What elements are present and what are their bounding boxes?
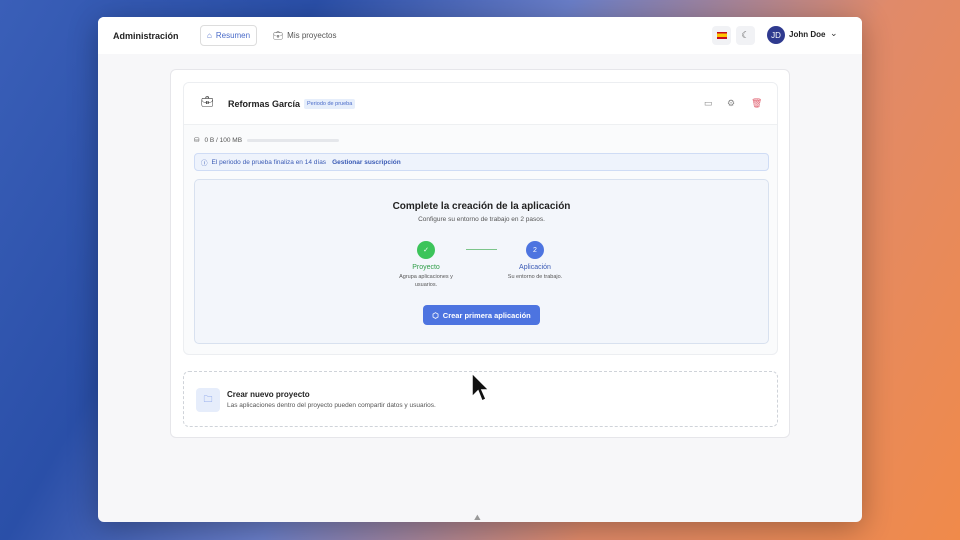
mouse-cursor-icon [471,372,490,403]
card-icon[interactable]: ▭ [704,98,713,109]
tab-label: Resumen [215,31,251,40]
step-desc: Agrupa aplicaciones y usuarios. [399,274,453,288]
create-project-title: Crear nuevo proyecto [227,390,310,399]
button-label: Crear primera aplicación [442,310,531,320]
step-proyecto: ✓ Proyecto Agrupa aplicaciones y usuario… [386,241,466,289]
check-icon: ✓ [417,241,435,259]
setup-panel: Complete la creación de la aplicación Co… [194,179,769,344]
database-icon: ⛁ [194,137,200,144]
chevron-down-icon[interactable]: ⌄ [830,28,838,39]
tab-label: Mis proyectos [287,31,337,40]
briefcase-icon: 💼︎ [201,97,214,108]
project-header: 💼︎ Reformas García Periodo de prueba ▭ ⚙… [184,83,777,125]
trash-icon[interactable]: 🗑︎ [751,98,762,109]
tab-mis-proyectos[interactable]: 💼︎ Mis proyectos [267,25,343,46]
language-button[interactable] [712,26,731,45]
status-badge: Periodo de prueba [304,99,356,109]
step-aplicacion: 2 Aplicación Su entorno de trabajo. [495,241,575,282]
storage-usage: ⛁ 0 B / 100 MB [194,136,340,144]
setup-title: Complete la creación de la aplicación [392,201,571,212]
project-card: 💼︎ Reformas García Periodo de prueba ▭ ⚙… [183,82,778,355]
manage-subscription-link[interactable]: Gestionar suscripción [332,159,401,166]
storage-bar [247,138,340,142]
step-number: 2 [526,241,544,259]
gear-icon[interactable]: ⚙ [727,98,735,109]
briefcase-icon: 💼︎ [273,31,284,40]
top-bar: Administración ⌂ Resumen 💼︎ Mis proyectos … [98,17,862,54]
project-name: Reformas García [228,99,301,109]
trial-text: El periodo de prueba finaliza en 14 días [211,158,327,166]
trial-banner: ⓘ El periodo de prueba finaliza en 14 día… [194,153,769,171]
create-project-desc: Las aplicaciones dentro del proyecto pue… [227,402,436,409]
avatar[interactable]: JD [767,26,785,44]
folder-plus-icon: 🗀 [196,388,220,412]
step-label: Proyecto [412,264,440,271]
home-icon: ⌂ [207,31,212,40]
moon-icon: ☾ [741,30,750,40]
step-label: Aplicación [519,264,551,271]
cube-icon: ⬡ [432,310,439,320]
info-icon: ⓘ [201,160,208,167]
create-first-app-button[interactable]: ⬡ Crear primera aplicación [423,305,540,325]
theme-toggle-button[interactable]: ☾ [736,26,755,45]
storage-text: 0 B / 100 MB [204,136,243,144]
app-window: Administración ⌂ Resumen 💼︎ Mis proyectos … [98,17,862,522]
spain-flag-icon [716,32,727,39]
step-desc: Su entorno de trabajo. [507,274,563,280]
user-name[interactable]: John Doe [789,30,825,39]
tab-resumen[interactable]: ⌂ Resumen [200,25,258,46]
footer-logo-icon: ⛰ [474,513,481,522]
setup-subtitle: Configure su entorno de trabajo en 2 pas… [418,216,545,223]
brand-title: Administración [113,30,179,41]
step-connector [466,249,497,250]
